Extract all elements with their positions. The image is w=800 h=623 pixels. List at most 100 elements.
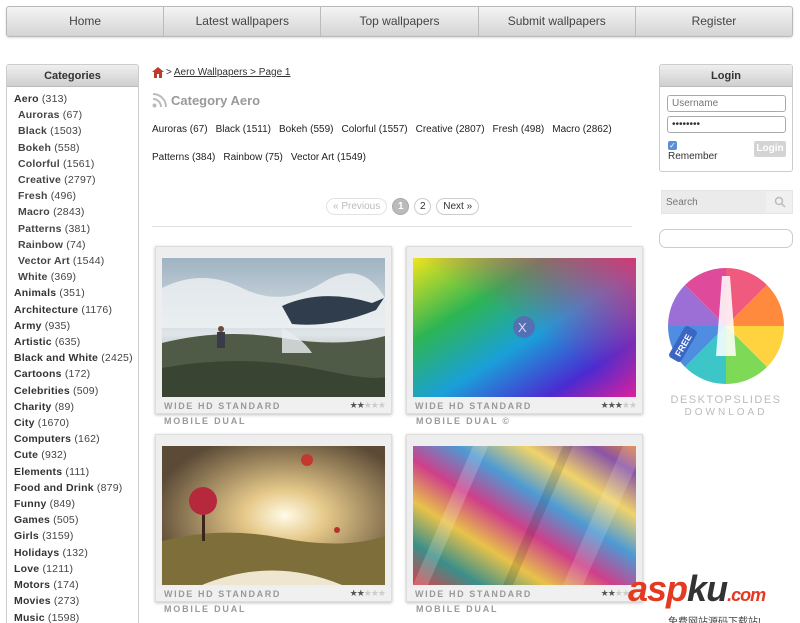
wallpaper-thumbnail[interactable]: WIDE HD STANDARD ★★★★★ (155, 246, 392, 414)
remember-checkbox[interactable]: ✓ Remember (668, 140, 717, 162)
sidebar-item-auroras[interactable]: Auroras (67) (14, 107, 138, 123)
sidebar-item-count: (932) (41, 449, 67, 462)
password-field[interactable] (667, 116, 786, 133)
sidebar-item-army[interactable]: Army (935) (14, 318, 138, 334)
breadcrumb-separator: > (166, 66, 172, 78)
username-field[interactable] (667, 95, 786, 112)
sidebar-item-animals[interactable]: Animals (351) (14, 285, 138, 301)
previous-page-button: « Previous (326, 198, 388, 215)
sidebar-item-motors[interactable]: Motors (174) (14, 577, 138, 593)
subcategory-link[interactable]: Auroras (67) (152, 123, 208, 137)
page-2-button[interactable]: 2 (414, 198, 432, 215)
sidebar-item-food-and-drink[interactable]: Food and Drink (879) (14, 480, 138, 496)
sidebar-item-count: (1670) (37, 417, 70, 430)
search-icon[interactable] (774, 196, 786, 208)
rss-icon[interactable] (152, 92, 167, 108)
watermark-com: .com (727, 585, 766, 605)
wallpaper-image-aero-x[interactable]: X (413, 258, 636, 397)
nav-latest-wallpapers[interactable]: Latest wallpapers (164, 7, 322, 36)
sidebar-item-colorful[interactable]: Colorful (1561) (14, 156, 138, 172)
sidebar-item-fresh[interactable]: Fresh (496) (14, 188, 138, 204)
sidebar-item-label: Aero (14, 93, 39, 105)
categories-panel: Categories Aero (313) Auroras (67) Black (… (6, 64, 139, 623)
wallpaper-thumbnail[interactable]: WIDE HD STANDARD ★★★★★ (406, 434, 643, 602)
subcategory-link[interactable]: Bokeh (559) (279, 123, 333, 137)
sidebar-item-label: Charity (14, 400, 52, 413)
sidebar-item-label: Holidays (14, 546, 60, 559)
sidebar-item-count: (879) (96, 481, 123, 494)
sidebar-item-games[interactable]: Games (505) (14, 512, 138, 528)
wallpaper-image-color-streaks[interactable] (413, 446, 636, 585)
sidebar-item-artistic[interactable]: Artistic (635) (14, 334, 138, 350)
login-button[interactable]: Login (754, 141, 786, 157)
home-icon[interactable] (152, 66, 164, 78)
sidebar-item-count: (635) (54, 336, 81, 349)
sidebar-item-count: (89) (54, 400, 75, 413)
next-page-button[interactable]: Next » (436, 198, 480, 215)
sidebar-item-love[interactable]: Love (1211) (14, 561, 138, 577)
category-title: Category Aero (171, 92, 261, 108)
sidebar-item-cartoons[interactable]: Cartoons (172) (14, 366, 138, 382)
sidebar-item-label: Fresh (18, 190, 48, 203)
sidebar-item-macro[interactable]: Macro (2843) (14, 204, 138, 220)
thumbnail-sublabel: MOBILE DUAL © (416, 416, 511, 426)
sidebar-item-girls[interactable]: Girls (3159) (14, 528, 138, 544)
sidebar-item-music[interactable]: Music (1598) (14, 610, 138, 623)
sidebar-item-charity[interactable]: Charity (89) (14, 399, 138, 415)
sidebar-item-black-and-white[interactable]: Black and White (2425) (14, 350, 138, 366)
nav-top-wallpapers[interactable]: Top wallpapers (321, 7, 479, 36)
wallpaper-image-book-tree[interactable] (162, 446, 385, 585)
sidebar-item-label: Animals (14, 287, 57, 300)
desktopslides-ad[interactable]: FREE DESKTOPSLIDES DOWNLOAD (661, 266, 791, 421)
nav-submit-wallpapers[interactable]: Submit wallpapers (479, 7, 636, 36)
wallpaper-image-whale[interactable] (162, 258, 385, 397)
remember-label: Remember (668, 151, 718, 162)
aspku-watermark: aspku.com 免费网站源码下载站! (628, 571, 798, 623)
checkmark-icon[interactable]: ✓ (668, 141, 677, 150)
sidebar-item-elements[interactable]: Elements (111) (14, 464, 138, 480)
categories-title: Categories (7, 65, 138, 87)
sidebar-item-funny[interactable]: Funny (849) (14, 496, 138, 512)
breadcrumb-link[interactable]: Aero Wallpapers > Page 1 (174, 67, 291, 78)
sidebar-item-label: Funny (14, 498, 47, 511)
wallpaper-thumbnail[interactable]: WIDE HD STANDARD ★★★★★ (155, 434, 392, 602)
desktopslides-logo: FREE (668, 268, 784, 384)
sidebar-item-holidays[interactable]: Holidays (132) (14, 545, 138, 561)
sidebar-item-patterns[interactable]: Patterns (381) (14, 221, 138, 237)
top-nav: Home Latest wallpapers Top wallpapers Su… (6, 6, 793, 37)
sidebar-item-aero[interactable]: Aero (313) (14, 91, 138, 107)
sidebar-item-computers[interactable]: Computers (162) (14, 431, 138, 447)
subcategory-link[interactable]: Black (1511) (216, 123, 271, 137)
subcategory-link[interactable]: Macro (2862) (552, 123, 611, 137)
nav-home[interactable]: Home (7, 7, 165, 36)
subcategory-link[interactable]: Colorful (1557) (341, 123, 407, 137)
subcategory-link[interactable]: Creative (2807) (416, 123, 485, 137)
search-input[interactable] (662, 191, 766, 213)
subcategory-link[interactable]: Fresh (498) (493, 123, 545, 137)
sidebar-item-vector-art[interactable]: Vector Art (1544) (14, 253, 138, 269)
sidebar-item-celebrities[interactable]: Celebrities (509) (14, 383, 138, 399)
sidebar-item-label: Rainbow (18, 238, 64, 251)
sidebar-item-white[interactable]: White (369) (14, 269, 138, 285)
sidebar-item-bokeh[interactable]: Bokeh (558) (14, 140, 138, 156)
sidebar-item-rainbow[interactable]: Rainbow (74) (14, 237, 138, 253)
subcategory-link[interactable]: Patterns (384) (152, 151, 215, 165)
sidebar-item-label: Celebrities (14, 384, 70, 397)
sidebar-item-count: (1544) (72, 255, 105, 268)
sidebar-item-black[interactable]: Black (1503) (14, 123, 138, 139)
nav-register[interactable]: Register (636, 7, 792, 36)
sidebar-item-movies[interactable]: Movies (273) (14, 593, 138, 609)
watermark-subtitle: 免费网站源码下载站! (668, 617, 761, 623)
sidebar-item-count: (172) (64, 368, 91, 381)
wallpaper-thumbnail[interactable]: X WIDE HD STANDARD ★★★★★ (406, 246, 643, 414)
sidebar-item-city[interactable]: City (1670) (14, 415, 138, 431)
sidebar-item-cute[interactable]: Cute (932) (14, 447, 138, 463)
page-1-button[interactable]: 1 (392, 198, 410, 215)
subcategory-link[interactable]: Vector Art (1549) (291, 151, 366, 165)
login-panel: Login ✓ Remember Login (659, 64, 793, 172)
subcategory-link[interactable]: Rainbow (75) (223, 151, 282, 165)
sidebar-item-architecture[interactable]: Architecture (1176) (14, 302, 138, 318)
sidebar-item-count: (1211) (42, 562, 74, 575)
sidebar-item-creative[interactable]: Creative (2797) (14, 172, 138, 188)
sidebar-item-count: (369) (50, 271, 77, 284)
